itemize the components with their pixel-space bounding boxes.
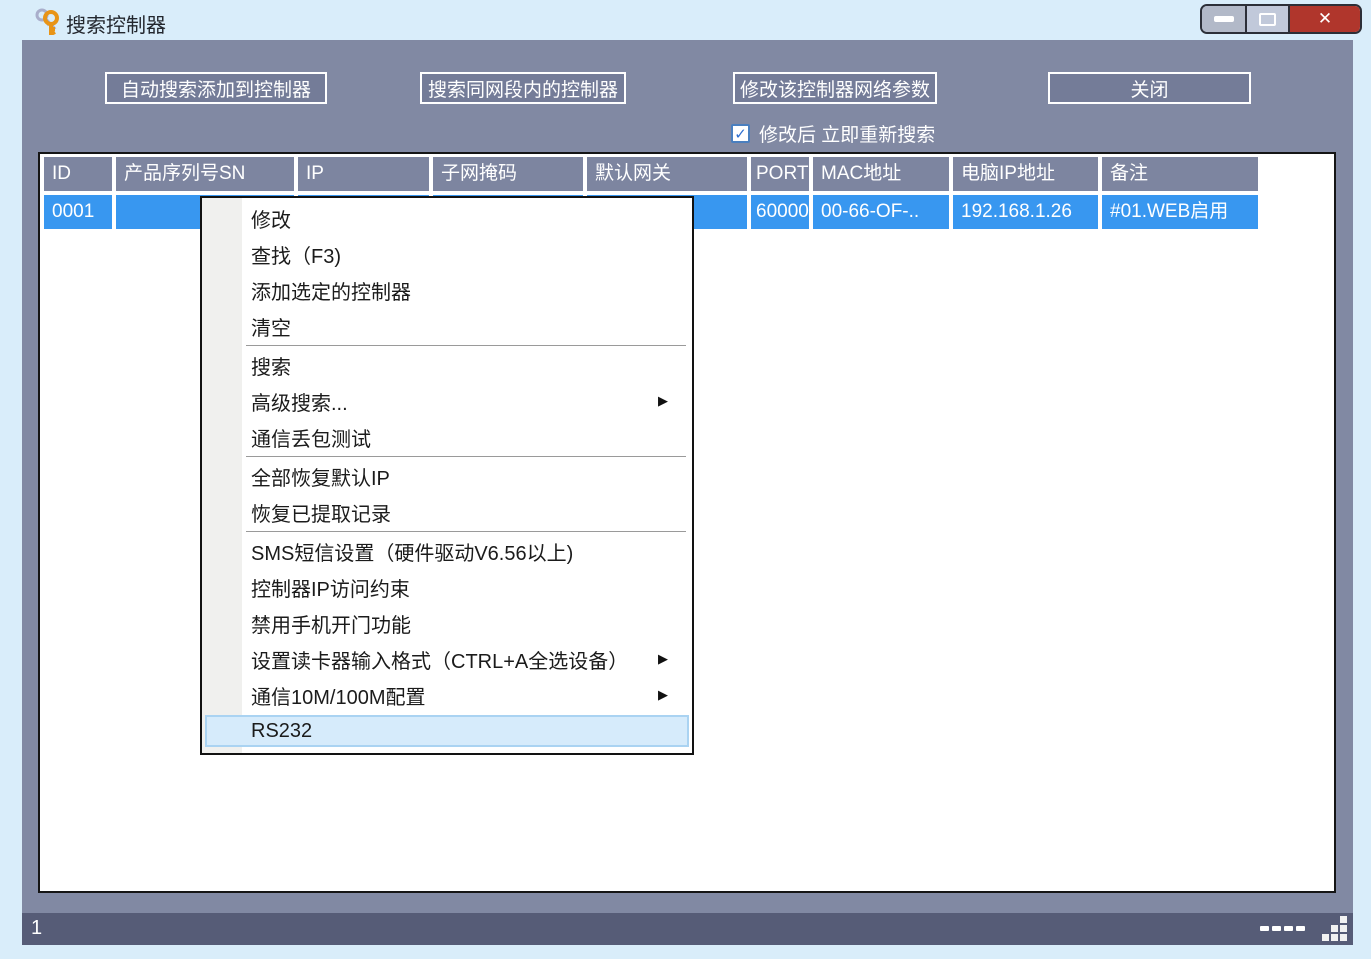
window-title: 搜索控制器 [66,9,166,38]
title-bar: 搜索控制器 ✕ [0,0,1371,40]
menu-item-rs232[interactable]: RS232 [205,715,689,747]
menu-divider [246,345,686,346]
close-icon: ✕ [1318,9,1332,29]
close-button[interactable]: ✕ [1290,6,1360,32]
context-menu: 修改 查找（F3) 添加选定的控制器 清空 搜索 高级搜索... ▶ 通信丢包测… [200,196,694,755]
column-header-sn[interactable]: 产品序列号SN [116,157,294,191]
column-header-ip[interactable]: IP [298,157,429,191]
minimize-button[interactable] [1202,6,1247,32]
maximize-icon [1259,13,1276,26]
status-dashes-icon [1260,926,1305,931]
close-dialog-button[interactable]: 关闭 [1048,72,1251,104]
menu-item-clear[interactable]: 清空 [202,308,692,344]
research-after-modify-checkbox[interactable]: ✓ [731,124,750,143]
menu-item-disable-phone-open-door[interactable]: 禁用手机开门功能 [202,605,692,641]
checkmark-icon: ✓ [734,125,747,143]
menu-list: 修改 查找（F3) 添加选定的控制器 清空 搜索 高级搜索... ▶ 通信丢包测… [202,200,692,749]
submenu-arrow-icon: ▶ [658,651,668,667]
menu-divider [246,531,686,532]
menu-item-modify[interactable]: 修改 [202,200,692,236]
menu-item-add-selected[interactable]: 添加选定的控制器 [202,272,692,308]
column-header-id[interactable]: ID [44,157,112,191]
resize-grip-icon[interactable] [1322,916,1347,941]
status-count: 1 [31,917,42,940]
cell-pc-ip[interactable]: 192.168.1.26 [953,195,1098,229]
menu-item-reader-input-format[interactable]: 设置读卡器输入格式（CTRL+A全选设备） ▶ [202,641,692,677]
window-controls: ✕ [1200,4,1362,34]
menu-item-find[interactable]: 查找（F3) [202,236,692,272]
cell-mac[interactable]: 00-66-OF-.. [813,195,949,229]
cell-port[interactable]: 60000 [751,195,809,229]
table-header-row: ID 产品序列号SN IP 子网掩码 默认网关 PORT MAC地址 电脑IP地… [44,157,1258,191]
research-after-modify-option: ✓ 修改后 立即重新搜索 [731,120,935,147]
status-bar: 1 [22,913,1353,945]
menu-item-restore-extracted-records[interactable]: 恢复已提取记录 [202,494,692,530]
checkbox-label: 修改后 立即重新搜索 [759,120,935,147]
menu-divider [246,456,686,457]
minimize-icon [1214,16,1234,22]
maximize-button[interactable] [1247,6,1290,32]
cell-remark[interactable]: #01.WEB启用 [1102,195,1258,229]
submenu-arrow-icon: ▶ [658,393,668,409]
modify-network-params-button[interactable]: 修改该控制器网络参数 [733,72,937,104]
column-header-pc-ip[interactable]: 电脑IP地址 [953,157,1098,191]
menu-item-ip-access-restriction[interactable]: 控制器IP访问约束 [202,569,692,605]
auto-search-add-button[interactable]: 自动搜索添加到控制器 [105,72,327,104]
submenu-arrow-icon: ▶ [658,687,668,703]
column-header-gateway[interactable]: 默认网关 [587,157,747,191]
menu-item-restore-default-ip[interactable]: 全部恢复默认IP [202,458,692,494]
menu-item-advanced-search[interactable]: 高级搜索... ▶ [202,383,692,419]
menu-item-search[interactable]: 搜索 [202,347,692,383]
column-header-port[interactable]: PORT [751,157,809,191]
search-subnet-button[interactable]: 搜索同网段内的控制器 [420,72,626,104]
column-header-remark[interactable]: 备注 [1102,157,1258,191]
menu-item-packet-loss-test[interactable]: 通信丢包测试 [202,419,692,455]
menu-item-sms-settings[interactable]: SMS短信设置（硬件驱动V6.56以上) [202,533,692,569]
cell-id[interactable]: 0001 [44,195,112,229]
keys-icon [34,7,62,35]
column-header-mac[interactable]: MAC地址 [813,157,949,191]
column-header-mask[interactable]: 子网掩码 [433,157,583,191]
menu-item-comm-speed-config[interactable]: 通信10M/100M配置 ▶ [202,677,692,713]
